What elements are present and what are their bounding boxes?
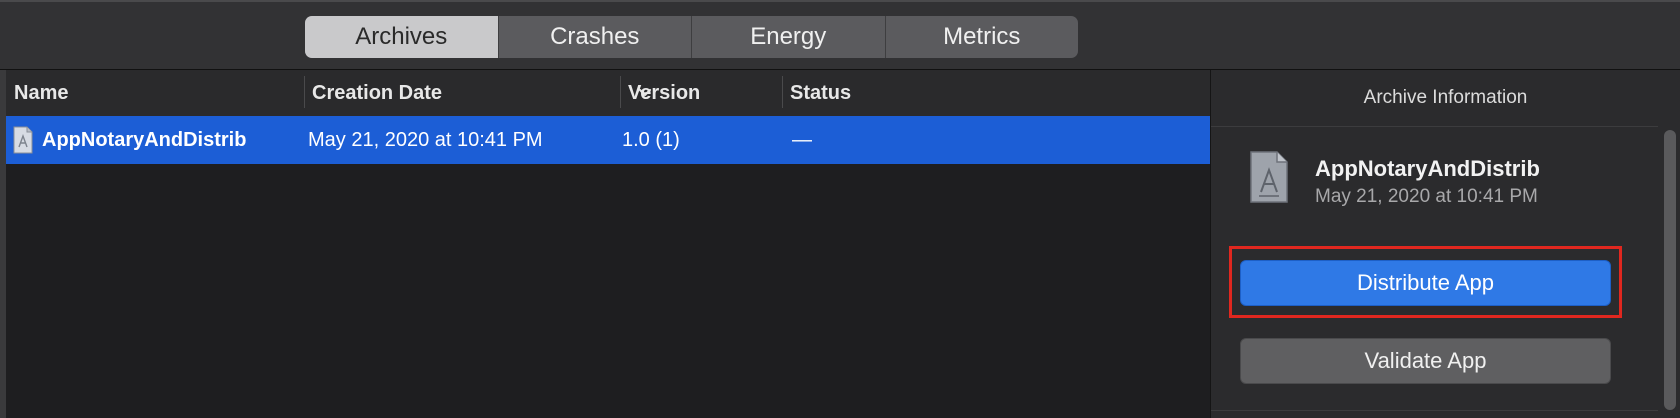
column-header-creation-date[interactable]: Creation Date [312,70,442,116]
distribute-app-button[interactable]: Distribute App [1240,260,1611,306]
column-divider[interactable] [620,76,621,108]
archive-icon [13,126,33,154]
archive-icon [1250,151,1288,203]
toolbar: Archives Crashes Energy Metrics [0,0,1680,70]
tab-metrics[interactable]: Metrics [886,16,1079,58]
row-status: — [792,128,812,151]
tab-energy[interactable]: Energy [692,16,886,58]
archive-app-name: AppNotaryAndDistrib [1315,156,1540,181]
list-header: Name Creation Date Version Status [6,70,1210,117]
column-header-version[interactable]: Version [628,70,700,116]
tab-crashes[interactable]: Crashes [499,16,692,58]
tab-archives[interactable]: Archives [305,16,499,58]
validate-app-button[interactable]: Validate App [1240,338,1611,384]
archive-inspector: Archive Information AppNotaryAndDistrib … [1210,70,1680,418]
column-header-name[interactable]: Name [14,70,68,116]
archive-list: Name Creation Date Version Status AppNot… [0,70,1210,418]
column-divider[interactable] [304,76,305,108]
inspector-title: Archive Information [1211,70,1680,127]
column-header-status[interactable]: Status [790,70,851,116]
scrollbar-thumb[interactable] [1664,130,1676,410]
row-creation-date: May 21, 2020 at 10:41 PM [308,128,543,151]
organizer-tabs: Archives Crashes Energy Metrics [305,16,1078,58]
row-version: 1.0 (1) [622,128,680,151]
divider [1211,410,1661,411]
row-name: AppNotaryAndDistrib [42,128,247,151]
table-row[interactable]: AppNotaryAndDistrib May 21, 2020 at 10:4… [6,116,1210,164]
archive-creation-date: May 21, 2020 at 10:41 PM [1315,186,1538,207]
column-divider[interactable] [782,76,783,108]
